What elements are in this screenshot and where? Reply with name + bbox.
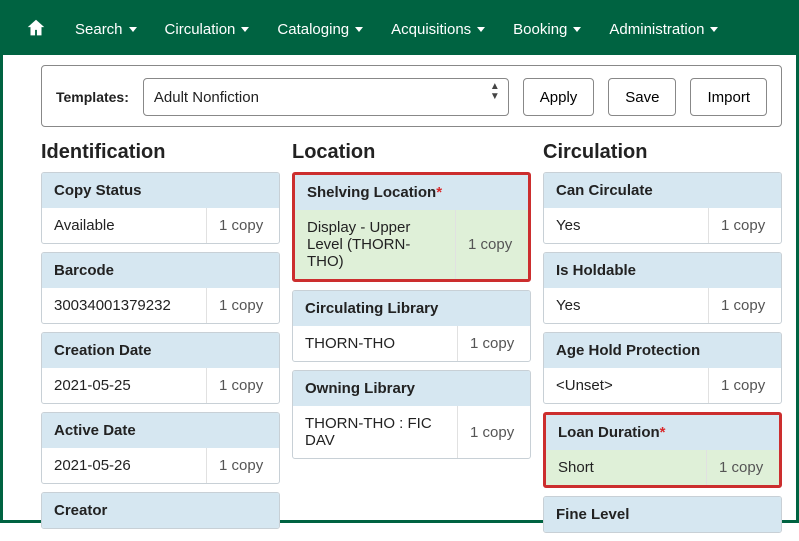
location-column: Location Shelving Location* Display - Up…: [292, 141, 531, 541]
nav-acquisitions[interactable]: Acquisitions: [377, 13, 499, 46]
card-count: 1 copy: [207, 288, 279, 323]
card-header: Active Date: [42, 413, 279, 448]
card-count: 1 copy: [709, 288, 781, 323]
card-row[interactable]: Available 1 copy: [42, 208, 279, 243]
apply-button[interactable]: Apply: [523, 78, 595, 116]
home-icon[interactable]: [11, 17, 61, 42]
card-row[interactable]: Yes 1 copy: [544, 208, 781, 243]
template-select[interactable]: Adult Nonfiction ▲▼: [143, 78, 509, 116]
card-value: 2021-05-26: [42, 448, 207, 483]
nav-booking[interactable]: Booking: [499, 13, 595, 46]
templates-label: Templates:: [56, 89, 129, 105]
card-value: THORN-THO : FIC DAV: [293, 406, 458, 458]
circulation-column: Circulation Can Circulate Yes 1 copy Is …: [543, 141, 782, 541]
card-is-holdable: Is Holdable Yes 1 copy: [543, 252, 782, 324]
card-row[interactable]: Yes 1 copy: [544, 288, 781, 323]
main-columns: Identification Copy Status Available 1 c…: [41, 141, 782, 541]
card-barcode: Barcode 30034001379232 1 copy: [41, 252, 280, 324]
chevron-down-icon: [573, 27, 581, 32]
card-header: Creation Date: [42, 333, 279, 368]
card-row[interactable]: Short 1 copy: [546, 450, 779, 485]
card-count: 1 copy: [456, 210, 528, 279]
required-marker: *: [436, 184, 442, 201]
card-header: Owning Library: [293, 371, 530, 406]
identification-column: Identification Copy Status Available 1 c…: [41, 141, 280, 541]
card-count: 1 copy: [207, 208, 279, 243]
card-shelving-location: Shelving Location* Display - Upper Level…: [292, 172, 531, 282]
card-value: Yes: [544, 288, 709, 323]
card-header: Circulating Library: [293, 291, 530, 326]
card-row[interactable]: 30034001379232 1 copy: [42, 288, 279, 323]
templates-toolbar: Templates: Adult Nonfiction ▲▼ Apply Sav…: [41, 65, 782, 127]
top-navbar: Search Circulation Cataloging Acquisitio…: [3, 3, 796, 55]
card-copy-status: Copy Status Available 1 copy: [41, 172, 280, 244]
nav-administration[interactable]: Administration: [595, 13, 732, 46]
card-value: 30034001379232: [42, 288, 207, 323]
card-value: THORN-THO: [293, 326, 458, 361]
chevron-down-icon: [355, 27, 363, 32]
card-row[interactable]: Display - Upper Level (THORN-THO) 1 copy: [295, 210, 528, 279]
import-button[interactable]: Import: [690, 78, 767, 116]
card-count: 1 copy: [458, 326, 530, 361]
card-active-date: Active Date 2021-05-26 1 copy: [41, 412, 280, 484]
template-selected-value: Adult Nonfiction: [154, 89, 259, 106]
card-fine-level: Fine Level: [543, 496, 782, 533]
card-row[interactable]: 2021-05-25 1 copy: [42, 368, 279, 403]
col-title-location: Location: [292, 141, 531, 164]
select-spinner-icon[interactable]: ▲▼: [490, 82, 500, 102]
card-row[interactable]: <Unset> 1 copy: [544, 368, 781, 403]
card-header: Can Circulate: [544, 173, 781, 208]
card-value: <Unset>: [544, 368, 709, 403]
chevron-down-icon: [710, 27, 718, 32]
card-row[interactable]: 2021-05-26 1 copy: [42, 448, 279, 483]
save-button[interactable]: Save: [608, 78, 676, 116]
card-owning-library: Owning Library THORN-THO : FIC DAV 1 cop…: [292, 370, 531, 459]
required-marker: *: [660, 424, 666, 441]
card-value: Display - Upper Level (THORN-THO): [295, 210, 456, 279]
card-count: 1 copy: [458, 406, 530, 458]
card-row[interactable]: THORN-THO : FIC DAV 1 copy: [293, 406, 530, 458]
card-header: Barcode: [42, 253, 279, 288]
chevron-down-icon: [129, 27, 137, 32]
card-value: Yes: [544, 208, 709, 243]
nav-search[interactable]: Search: [61, 13, 151, 46]
col-title-circulation: Circulation: [543, 141, 782, 164]
card-header: Fine Level: [544, 497, 781, 532]
card-age-hold-protection: Age Hold Protection <Unset> 1 copy: [543, 332, 782, 404]
card-loan-duration: Loan Duration* Short 1 copy: [543, 412, 782, 488]
card-count: 1 copy: [207, 368, 279, 403]
card-creation-date: Creation Date 2021-05-25 1 copy: [41, 332, 280, 404]
card-header: Age Hold Protection: [544, 333, 781, 368]
card-header: Shelving Location*: [295, 175, 528, 210]
card-circulating-library: Circulating Library THORN-THO 1 copy: [292, 290, 531, 362]
chevron-down-icon: [477, 27, 485, 32]
card-header: Is Holdable: [544, 253, 781, 288]
card-count: 1 copy: [709, 368, 781, 403]
card-value: 2021-05-25: [42, 368, 207, 403]
nav-cataloging[interactable]: Cataloging: [263, 13, 377, 46]
chevron-down-icon: [241, 27, 249, 32]
card-count: 1 copy: [709, 208, 781, 243]
card-row[interactable]: THORN-THO 1 copy: [293, 326, 530, 361]
card-value: Short: [546, 450, 707, 485]
nav-circulation[interactable]: Circulation: [151, 13, 264, 46]
card-count: 1 copy: [707, 450, 779, 485]
card-creator: Creator: [41, 492, 280, 529]
card-count: 1 copy: [207, 448, 279, 483]
col-title-identification: Identification: [41, 141, 280, 164]
card-value: Available: [42, 208, 207, 243]
card-header: Copy Status: [42, 173, 279, 208]
card-can-circulate: Can Circulate Yes 1 copy: [543, 172, 782, 244]
card-header: Loan Duration*: [546, 415, 779, 450]
